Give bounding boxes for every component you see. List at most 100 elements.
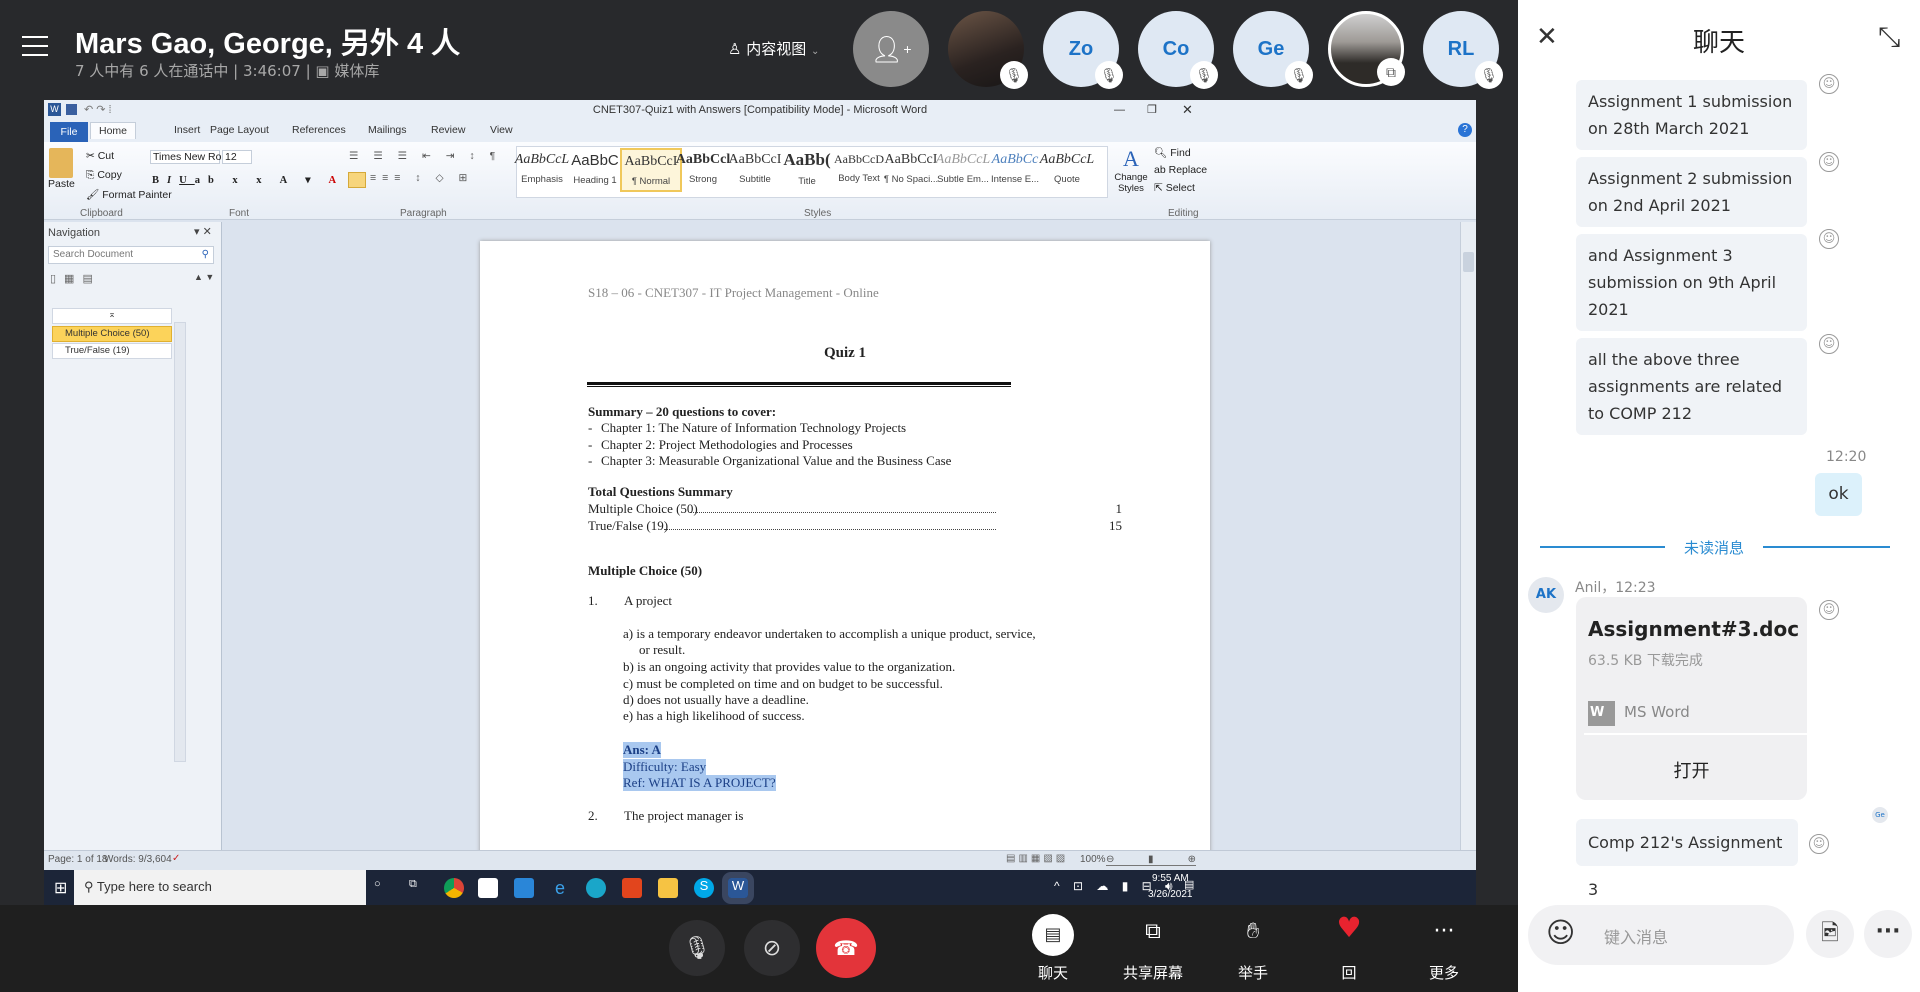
- message-input[interactable]: ☺ 键入消息: [1528, 905, 1794, 965]
- chat-panel: ✕ 聊天 ⤡ Assignment 1 submission on 28th M…: [1518, 0, 1920, 992]
- find-button[interactable]: 🔍︎ Find: [1154, 146, 1191, 159]
- word-taskbar-icon[interactable]: W: [722, 872, 754, 904]
- emoji-icon[interactable]: ☺: [1546, 916, 1575, 949]
- tab-home[interactable]: Home: [90, 122, 137, 139]
- reaction-icon[interactable]: ☺: [1819, 152, 1839, 172]
- task-view-icon[interactable]: ⧉: [409, 878, 417, 891]
- align-left-button[interactable]: [348, 172, 366, 188]
- participant-avatar[interactable]: Co 🎙︎: [1138, 11, 1218, 89]
- toc-entry: True/False (19): [588, 517, 669, 533]
- answer-option: b) is an ongoing activity that provides …: [623, 659, 956, 674]
- open-file-button[interactable]: 打开: [1576, 757, 1807, 783]
- add-participant-button[interactable]: 👤︎ +: [853, 11, 929, 87]
- reaction-icon[interactable]: ☺: [1819, 229, 1839, 249]
- media-gallery-link[interactable]: 媒体库: [334, 62, 379, 80]
- menu-icon[interactable]: [22, 36, 48, 56]
- zoom-slider[interactable]: ⊖ ▮ ⊕: [1106, 854, 1196, 866]
- cortana-icon[interactable]: ○: [374, 878, 381, 890]
- change-styles-icon: A: [1123, 146, 1139, 171]
- restore-button[interactable]: ❐: [1147, 100, 1157, 120]
- nav-view-tabs[interactable]: ▯▦▤: [50, 272, 101, 285]
- mute-mic-button[interactable]: 🎙︎: [669, 920, 725, 976]
- paste-button[interactable]: Paste: [48, 148, 75, 190]
- font-name-select[interactable]: Times New Rom: [150, 150, 230, 164]
- store-icon[interactable]: [478, 878, 498, 898]
- camera-off-button[interactable]: ⊘: [744, 920, 800, 976]
- participant-avatar[interactable]: Ge 🎙︎: [1233, 11, 1313, 89]
- reaction-icon[interactable]: ☺: [1819, 334, 1839, 354]
- font-format-buttons[interactable]: BIUab x x A ▾ A: [152, 174, 344, 186]
- undo-icon[interactable]: ↶ ↷ ⁞: [84, 100, 112, 120]
- attach-image-button[interactable]: 🖻︎: [1806, 910, 1854, 958]
- ie-icon[interactable]: e: [550, 878, 570, 898]
- close-nav-icon[interactable]: ▾ ✕: [194, 225, 212, 238]
- document-page[interactable]: S18 – 06 - CNET307 - IT Project Manageme…: [480, 241, 1210, 871]
- react-button[interactable]: ♥ 回: [1304, 905, 1394, 992]
- close-button[interactable]: ✕: [1182, 100, 1193, 120]
- tab-page-layout[interactable]: Page Layout: [210, 124, 269, 136]
- nav-collapse-row[interactable]: ⌅: [52, 308, 172, 324]
- tab-mailings[interactable]: Mailings: [368, 124, 407, 136]
- change-styles-button[interactable]: A Change Styles: [1112, 146, 1150, 194]
- paragraph-buttons[interactable]: ☰ ☰ ☰ ⇤ ⇥ ↕ ¶: [349, 150, 501, 162]
- sender-avatar[interactable]: AK: [1528, 577, 1564, 613]
- participant-avatar[interactable]: RL 🎙︎: [1423, 11, 1503, 89]
- raise-hand-button[interactable]: ✋︎ 举手: [1208, 905, 1298, 992]
- hang-up-button[interactable]: ☎︎: [816, 918, 876, 978]
- content-view-dropdown[interactable]: ♙ 内容视图 ⌄: [728, 38, 819, 59]
- reaction-icon[interactable]: ☺: [1819, 600, 1839, 620]
- tab-view[interactable]: View: [490, 124, 513, 136]
- reaction-icon[interactable]: ☺: [1809, 834, 1829, 854]
- file-explorer-icon[interactable]: [658, 878, 678, 898]
- tab-references[interactable]: References: [292, 124, 346, 136]
- file-card[interactable]: Assignment#3.doc 63.5 KB 下载完成 W MS Word …: [1576, 597, 1807, 800]
- skype-icon[interactable]: S: [694, 878, 714, 898]
- edge-icon[interactable]: [586, 878, 606, 898]
- taskbar-search-box[interactable]: ⚲ Type here to search: [74, 870, 366, 906]
- share-screen-button[interactable]: ⧉ 共享屏幕: [1108, 905, 1198, 992]
- search-document-field[interactable]: Search Document ⚲: [48, 246, 214, 264]
- word-count[interactable]: Words: 9/3,604: [104, 854, 172, 865]
- font-size-select[interactable]: 12: [222, 150, 252, 164]
- tab-review[interactable]: Review: [431, 124, 465, 136]
- participant-avatar-presenter[interactable]: ⧉: [1328, 11, 1405, 87]
- align-buttons[interactable]: ≡≡≡ ↕ ◇ ⊞: [370, 172, 473, 184]
- zoom-level[interactable]: 100%: [1080, 854, 1106, 865]
- more-button[interactable]: ··· 更多: [1399, 905, 1489, 992]
- vertical-scrollbar[interactable]: [1460, 222, 1476, 850]
- select-button[interactable]: ⇱ Select: [1154, 182, 1195, 194]
- nav-scrollbar[interactable]: [174, 322, 186, 762]
- search-icon: ⚲: [201, 249, 209, 260]
- reaction-icon[interactable]: ☺: [1819, 74, 1839, 94]
- format-painter-button[interactable]: 🖌︎ Format Painter: [86, 188, 172, 201]
- notifications-icon[interactable]: ▤: [1184, 878, 1194, 891]
- save-icon[interactable]: [66, 104, 77, 115]
- nav-up-down-icons[interactable]: ▲ ▼: [194, 272, 214, 282]
- expand-icon[interactable]: ⤡: [1878, 20, 1900, 54]
- nav-item-multiple-choice[interactable]: Multiple Choice (50): [52, 326, 172, 342]
- status-bar: Page: 1 of 18 Words: 9/3,604 ✓ ▤▥▦▧▨ 100…: [44, 850, 1476, 870]
- tab-file[interactable]: File: [50, 122, 88, 142]
- more-options-button[interactable]: ···: [1864, 910, 1912, 958]
- participant-avatar[interactable]: 🎙︎: [948, 11, 1028, 89]
- tab-insert[interactable]: Insert: [174, 124, 200, 136]
- windows-start-icon[interactable]: ⊞: [54, 878, 67, 898]
- proofing-icon[interactable]: ✓: [172, 853, 180, 864]
- replace-label: Replace: [1168, 164, 1208, 176]
- nav-item-true-false[interactable]: True/False (19): [52, 343, 172, 359]
- chrome-icon[interactable]: [444, 878, 464, 898]
- style-quote[interactable]: AaBbCcL Quote: [1036, 148, 1098, 192]
- copy-button[interactable]: ⎘ Copy: [86, 169, 122, 182]
- replace-button[interactable]: ab Replace: [1154, 164, 1207, 176]
- style-heading-1[interactable]: AaBbC Heading 1: [564, 148, 626, 192]
- mail-icon[interactable]: [514, 878, 534, 898]
- minimize-button[interactable]: —: [1114, 100, 1125, 120]
- chat-button[interactable]: ▤ 聊天: [1008, 905, 1098, 992]
- page-count[interactable]: Page: 1 of 18: [48, 854, 108, 865]
- participant-avatar[interactable]: Zo 🎙︎: [1043, 11, 1123, 89]
- cut-button[interactable]: ✂ Cut: [86, 150, 114, 162]
- help-icon[interactable]: ?: [1458, 123, 1472, 137]
- office-icon[interactable]: [622, 878, 642, 898]
- answer-option: d) does not usually have a deadline.: [623, 692, 809, 707]
- view-buttons[interactable]: ▤▥▦▧▨: [1006, 853, 1068, 864]
